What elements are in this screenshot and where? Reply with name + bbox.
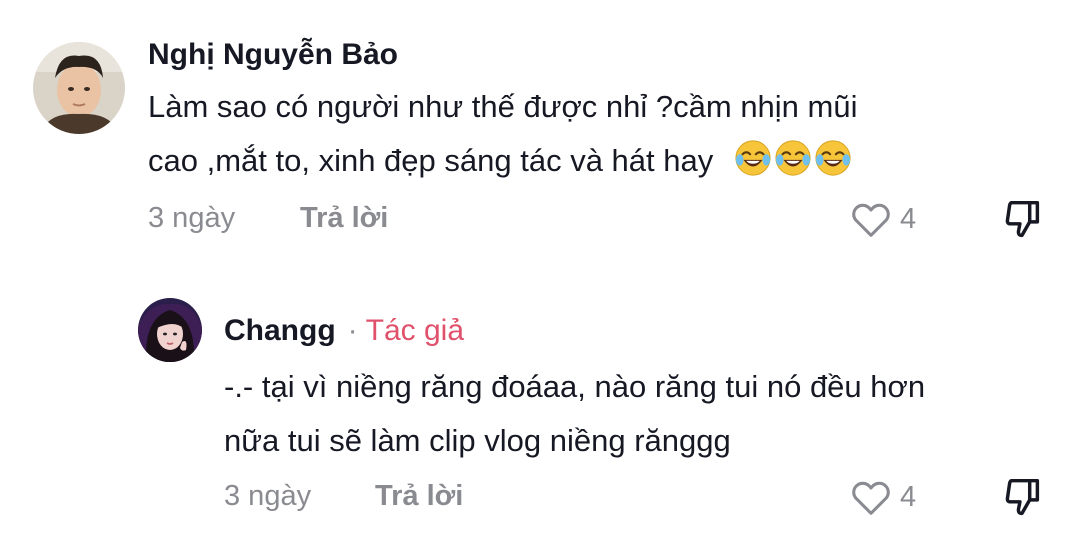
avatar[interactable] (33, 42, 125, 134)
like-count: 4 (900, 480, 917, 513)
tears-of-joy-emoji-icon (775, 140, 811, 176)
tears-of-joy-emoji-icon (815, 140, 851, 176)
comment-text-line: nữa tui sẽ làm clip vlog niềng rănggg (224, 423, 731, 458)
heart-icon (852, 203, 890, 237)
comment-timestamp: 3 ngày (148, 202, 236, 234)
like-count: 4 (900, 202, 917, 235)
heart-icon (852, 481, 890, 515)
like-button[interactable]: 4 (848, 474, 916, 520)
tears-of-joy-emoji-icon (735, 140, 771, 176)
comment-text-line: Làm sao có người như thế được nhỉ ?cầm n… (148, 89, 858, 124)
comment-text-line: -.- tại vì niềng răng đoáaa, nào răng tu… (224, 369, 926, 404)
dislike-button[interactable] (1000, 474, 1046, 525)
comment-text-fragment: cao ,mắt to, xinh đẹp sáng tác và hát ha… (148, 143, 714, 178)
comment-username[interactable]: Changg · Tác giả (224, 314, 464, 348)
thumbs-down-icon (1005, 478, 1040, 516)
thumbs-down-icon (1005, 200, 1040, 238)
dislike-button[interactable] (1000, 196, 1046, 247)
reply-button[interactable]: Trả lời (375, 480, 463, 513)
comment-username[interactable]: Nghị Nguyễn Bảo (148, 38, 398, 72)
comment-text-line: cao ,mắt to, xinh đẹp sáng tác và hát ha… (148, 134, 1028, 188)
username-text: Changg (224, 314, 336, 347)
comment-item: Nghị Nguyễn Bảo Làm sao có người như thế… (0, 0, 1080, 270)
reply-button[interactable]: Trả lời (300, 202, 388, 235)
like-button[interactable]: 4 (848, 196, 916, 242)
author-badge: Tác giả (365, 314, 465, 347)
comment-timestamp: 3 ngày (224, 480, 312, 512)
avatar[interactable] (138, 298, 202, 362)
separator-dot: · (347, 314, 358, 347)
avatar-image (138, 298, 202, 362)
comment-text: -.- tại vì niềng răng đoáaa, nào răng tu… (224, 360, 1054, 468)
avatar-image (33, 42, 125, 134)
reply-comment-item: Changg · Tác giả -.- tại vì niềng răng đoá… (0, 270, 1080, 544)
comment-text: Làm sao có người như thế được nhỉ ?cầm n… (148, 80, 1028, 188)
